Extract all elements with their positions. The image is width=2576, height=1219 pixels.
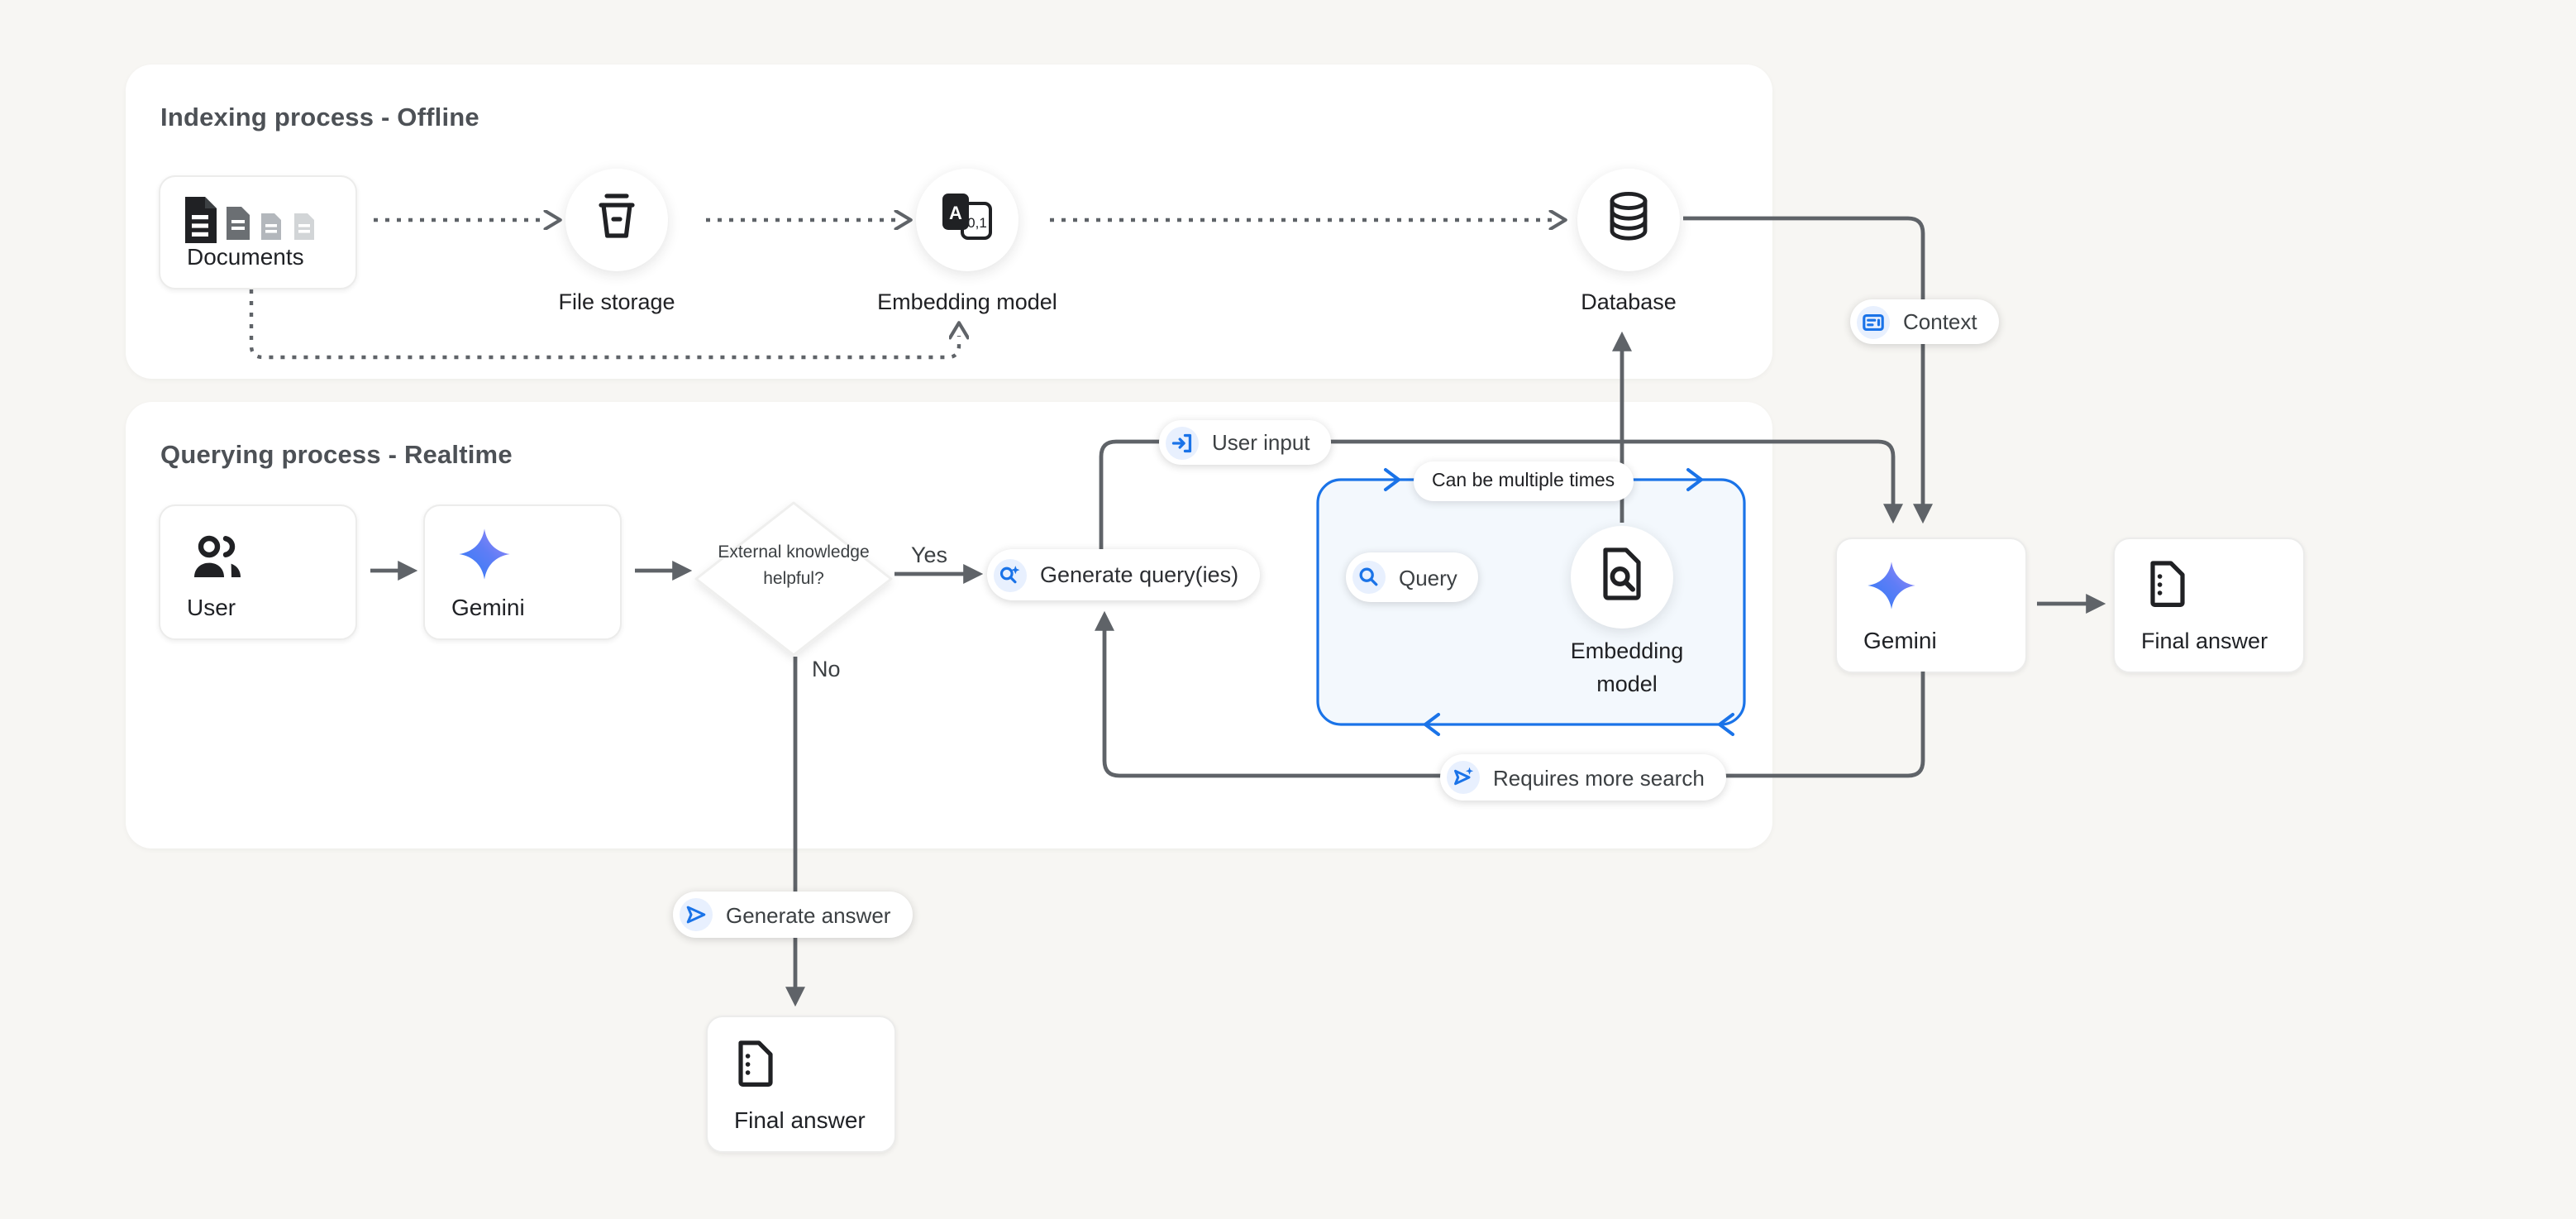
- query-embedding-model-label: Embedding model: [1544, 635, 1710, 702]
- query-embedding-model-node: [1571, 526, 1673, 629]
- generate-answer-label: Generate answer: [726, 902, 890, 927]
- arrow-documents-to-embedding-loop: [251, 289, 959, 357]
- rag-architecture-diagram: Indexing process - Offline Querying proc…: [0, 0, 2576, 1219]
- requires-more-search-label: Requires more search: [1493, 765, 1705, 790]
- send-sparkle-icon: [1447, 761, 1480, 794]
- generate-answer-badge: Generate answer: [673, 892, 912, 938]
- login-icon: [1166, 426, 1199, 459]
- query-pill-label: Query: [1399, 565, 1457, 590]
- connector-layer: [0, 0, 2576, 1219]
- can-be-multiple-times-badge: Can be multiple times: [1414, 461, 1633, 501]
- context-badge-label: Context: [1903, 309, 1977, 334]
- solid-connectors: [370, 218, 2090, 991]
- can-be-multiple-times-label: Can be multiple times: [1432, 471, 1615, 491]
- decision-text: External knowledge helpful?: [716, 541, 871, 593]
- no-label: No: [812, 657, 841, 681]
- doc-search-icon: [1597, 545, 1647, 610]
- yes-label: Yes: [911, 543, 947, 567]
- user-input-badge: User input: [1159, 420, 1332, 465]
- context-badge: Context: [1850, 299, 1999, 344]
- search-sparkle-icon: [994, 558, 1027, 591]
- generate-queries-label: Generate query(ies): [1040, 562, 1238, 587]
- user-input-badge-label: User input: [1212, 430, 1310, 455]
- search-icon: [1352, 561, 1386, 594]
- send-icon: [680, 898, 713, 931]
- query-pill: Query: [1346, 552, 1479, 602]
- requires-more-search-badge: Requires more search: [1440, 754, 1726, 801]
- dashed-connectors: [251, 220, 1553, 357]
- line-database-context-to-gemini: [1683, 218, 1923, 508]
- generate-queries-pill: Generate query(ies): [987, 549, 1260, 600]
- context-article-icon: [1857, 305, 1890, 338]
